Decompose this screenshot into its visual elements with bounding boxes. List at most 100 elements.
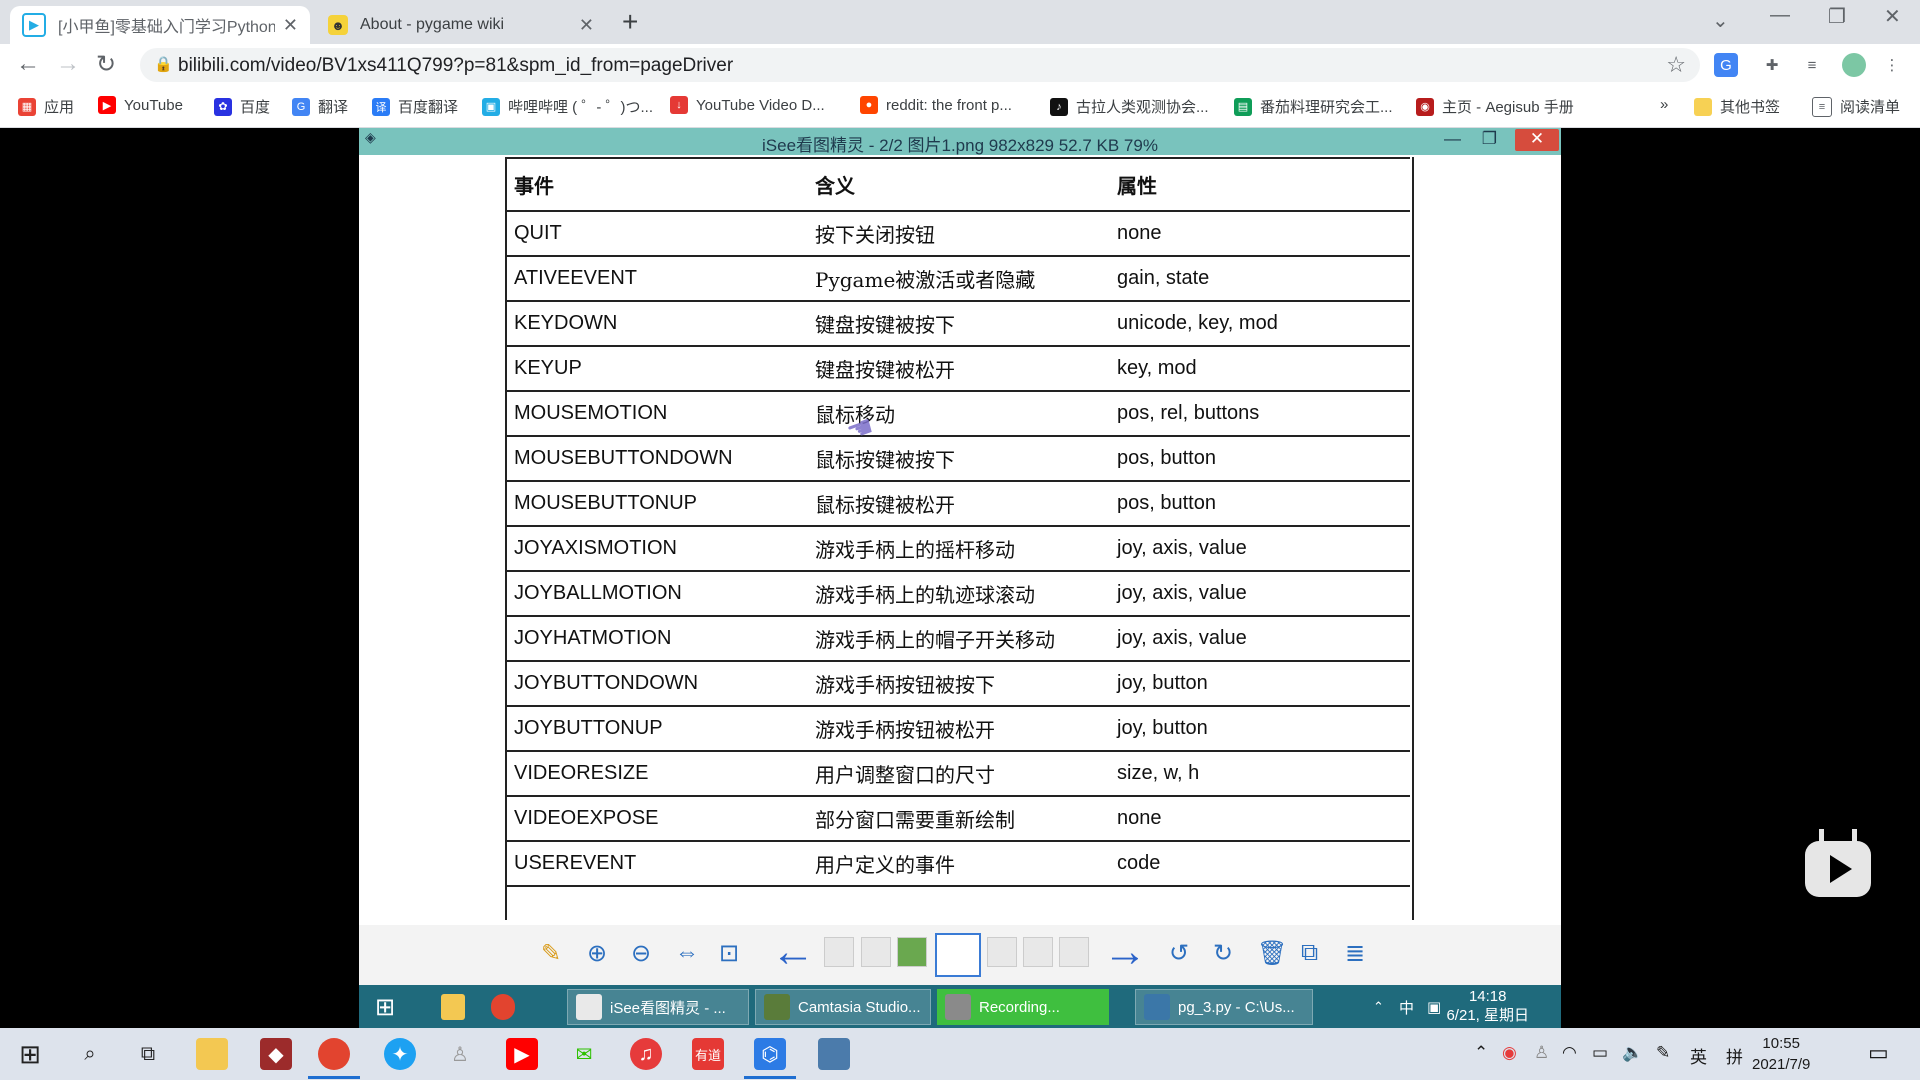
battery-icon[interactable]: ▭ xyxy=(1592,1043,1608,1063)
thumbnail-current[interactable] xyxy=(935,933,981,977)
thumbnail[interactable] xyxy=(861,937,891,967)
tab-search-icon[interactable]: ⌄ xyxy=(1712,8,1729,33)
bookmark-sheets[interactable]: ▤ 番茄料理研究会工... xyxy=(1234,96,1393,117)
restore-icon[interactable]: ❐ xyxy=(1828,4,1846,29)
next-image-icon[interactable]: → xyxy=(1103,927,1147,977)
system-clock[interactable]: 10:55 2021/7/9 xyxy=(1752,1033,1810,1075)
close-icon[interactable]: ✕ xyxy=(579,15,594,36)
actual-size-icon[interactable]: ⊡ xyxy=(719,939,739,968)
ime-indicator[interactable]: 中 xyxy=(1391,989,1421,1025)
bookmark-baidu-translate[interactable]: 译 百度翻译 xyxy=(372,96,458,117)
thumbnail[interactable] xyxy=(897,937,927,967)
bookmarks-overflow[interactable]: » xyxy=(1660,96,1668,113)
taskbar-item-python[interactable]: pg_3.py - C:\Us... xyxy=(1135,989,1313,1025)
file-explorer-icon[interactable] xyxy=(196,1038,228,1070)
taskbar-item-label: Camtasia Studio... xyxy=(798,998,921,1016)
clock-date: 2021/7/9 xyxy=(1752,1056,1811,1073)
delete-icon[interactable]: 🗑 xyxy=(1257,939,1287,968)
bookmark-baidu[interactable]: ✿ 百度 xyxy=(214,96,270,117)
python-icon[interactable] xyxy=(818,1038,850,1070)
fit-window-icon[interactable]: ⇔ xyxy=(675,939,699,967)
rotate-left-icon[interactable]: ↺ xyxy=(1169,939,1189,968)
close-icon[interactable]: ✕ xyxy=(1515,129,1559,151)
thumbnail[interactable] xyxy=(824,937,854,967)
reading-list[interactable]: ≡ 阅读清单 xyxy=(1812,96,1900,117)
wechat-icon[interactable]: ✉ xyxy=(568,1038,600,1070)
menu-icon[interactable]: ≣ xyxy=(1345,939,1365,968)
pin-icon[interactable]: ✎ xyxy=(541,939,561,968)
event-name-cell: KEYDOWN xyxy=(505,300,806,347)
bookmark-aegisub[interactable]: ◉ 主页 - Aegisub 手册 xyxy=(1416,96,1574,117)
tray-up-icon[interactable]: ⌃ xyxy=(1365,989,1389,1025)
netease-music-icon[interactable]: ♫ xyxy=(630,1038,662,1070)
bookmark-apps[interactable]: ▦ 应用 xyxy=(18,96,74,117)
bookmark-other[interactable]: 其他书签 xyxy=(1694,96,1780,117)
search-icon[interactable]: ⌕ xyxy=(74,1038,106,1070)
reload-icon[interactable]: ↻ xyxy=(96,50,116,79)
translate-extension-icon[interactable]: G xyxy=(1714,53,1738,77)
tab-pygame-wiki[interactable]: ☻ About - pygame wiki ✕ xyxy=(316,6,606,44)
extensions-puzzle-icon[interactable]: ✚ xyxy=(1760,53,1784,77)
new-tab-button[interactable]: + xyxy=(622,6,638,38)
recorded-clock[interactable]: 14:18 6/21, 星期日 xyxy=(1446,987,1529,1025)
ime-language[interactable]: 英 xyxy=(1690,1043,1707,1068)
minimize-icon[interactable]: — xyxy=(1444,129,1461,149)
thumbnail[interactable] xyxy=(1059,937,1089,967)
taskbar-item-isee[interactable]: iSee看图精灵 - ... xyxy=(567,989,749,1025)
header-meaning: 含义 xyxy=(806,157,1108,212)
thumbnail[interactable] xyxy=(1023,937,1053,967)
bookmark-youtube[interactable]: ▶ YouTube xyxy=(98,96,183,114)
chrome-icon[interactable] xyxy=(483,989,523,1025)
table-row: JOYBUTTONUP 游戏手柄按钮被松开 joy, button xyxy=(505,705,1410,752)
bookmark-tiktok[interactable]: ♪ 古拉人类观测协会... xyxy=(1050,96,1209,117)
windows-start-icon[interactable]: ⊞ xyxy=(14,1038,46,1070)
bookmark-bilibili[interactable]: ▣ 哔哩哔哩 ( ゜- ゜)つ... xyxy=(482,96,653,117)
bookmark-reddit[interactable]: ● reddit: the front p... xyxy=(860,96,1012,114)
youtube-icon[interactable]: ▶ xyxy=(506,1038,538,1070)
menu-kebab-icon[interactable]: ⋮ xyxy=(1880,53,1904,77)
minimize-icon[interactable]: — xyxy=(1770,4,1790,27)
thumbnail[interactable] xyxy=(987,937,1017,967)
address-bar[interactable]: 🔒 bilibili.com/video/BV1xs411Q799?p=81&s… xyxy=(140,48,1700,82)
app-icon[interactable]: ◆ xyxy=(260,1038,292,1070)
close-icon[interactable]: ✕ xyxy=(283,15,298,36)
qq-icon[interactable]: ♙ xyxy=(444,1038,476,1070)
tray-up-icon[interactable]: ⌃ xyxy=(1474,1043,1488,1063)
tray-image-icon[interactable]: ▣ xyxy=(1419,989,1449,1025)
netease-tray-icon[interactable]: ◉ xyxy=(1502,1043,1517,1063)
ime-mode[interactable]: 拼 xyxy=(1726,1043,1743,1068)
tab-bilibili[interactable]: ▶ [小甲鱼]零基础入门学习Python_ ✕ xyxy=(10,6,310,44)
youdao-icon[interactable]: 有道 xyxy=(692,1038,724,1070)
table-row: JOYBUTTONDOWN 游戏手柄按钮被按下 joy, button xyxy=(505,660,1410,707)
profile-avatar[interactable] xyxy=(1842,53,1866,77)
bookmark-star-icon[interactable]: ☆ xyxy=(1666,52,1686,78)
back-icon[interactable]: ← xyxy=(16,50,40,78)
taskbar-item-label: iSee看图精灵 - ... xyxy=(610,999,726,1017)
file-explorer-icon[interactable] xyxy=(433,989,473,1025)
windows-start-icon[interactable]: ⊞ xyxy=(367,989,407,1025)
qq-tray-icon[interactable]: ♙ xyxy=(1534,1043,1549,1063)
close-window-icon[interactable]: ✕ xyxy=(1884,4,1901,29)
taskbar-item-camtasia[interactable]: Camtasia Studio... xyxy=(755,989,931,1025)
chrome-icon[interactable] xyxy=(318,1038,350,1070)
zoom-in-icon[interactable]: ⊕ xyxy=(587,939,607,968)
notification-icon[interactable]: ▭ xyxy=(1868,1040,1889,1066)
task-view-icon[interactable]: ⧉ xyxy=(132,1038,164,1070)
media-control-icon[interactable]: ≡ xyxy=(1800,53,1824,77)
bookmark-translate[interactable]: G 翻译 xyxy=(292,96,348,117)
volume-icon[interactable]: 🔈 xyxy=(1622,1043,1643,1063)
bookmark-youtube-video-downloader[interactable]: ↓ YouTube Video D... xyxy=(670,96,825,114)
zoom-out-icon[interactable]: ⊖ xyxy=(631,939,651,968)
rotate-right-icon[interactable]: ↻ xyxy=(1213,939,1233,968)
restore-icon[interactable]: ❐ xyxy=(1482,129,1497,149)
previous-image-icon[interactable]: ← xyxy=(771,927,815,977)
taskbar-item-recording[interactable]: Recording... xyxy=(937,989,1109,1025)
twitter-icon[interactable]: ✦ xyxy=(384,1038,416,1070)
forward-icon[interactable]: → xyxy=(56,50,80,78)
url-text: bilibili.com/video/BV1xs411Q799?p=81&spm… xyxy=(178,55,734,76)
vscode-icon[interactable]: ⌬ xyxy=(754,1038,786,1070)
wifi-icon[interactable]: ◠ xyxy=(1562,1043,1577,1063)
bilibili-play-button[interactable] xyxy=(1805,829,1871,897)
pen-icon[interactable]: ✎ xyxy=(1656,1043,1670,1063)
copy-icon[interactable]: ⧉ xyxy=(1301,939,1318,967)
